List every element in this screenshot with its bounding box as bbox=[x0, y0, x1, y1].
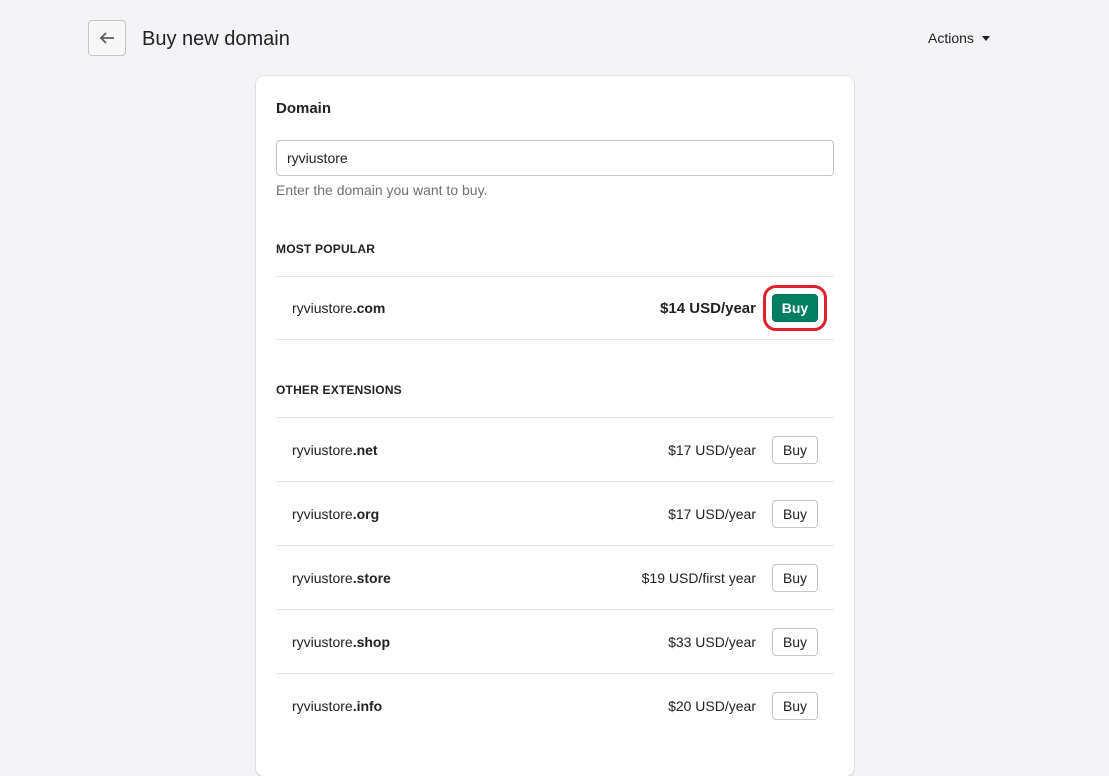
buy-button[interactable]: Buy bbox=[772, 563, 818, 592]
actions-menu[interactable]: Actions bbox=[928, 30, 990, 46]
domain-row: ryviustore.com $14 USD/year Buy bbox=[276, 276, 834, 340]
domain-name: ryviustore.info bbox=[292, 697, 383, 714]
help-text: Enter the domain you want to buy. bbox=[276, 182, 488, 198]
domain-name: ryviustore.shop bbox=[292, 633, 391, 650]
domain-row: ryviustore.org $17 USD/year Buy bbox=[276, 481, 834, 545]
domain-row: ryviustore.net $17 USD/year Buy bbox=[276, 417, 834, 481]
domain-row: ryviustore.info $20 USD/year Buy bbox=[276, 673, 834, 737]
domain-price: $33 USD/year bbox=[668, 633, 756, 650]
other-extensions-label: OTHER EXTENSIONS bbox=[276, 383, 402, 397]
domain-name: ryviustore.store bbox=[292, 569, 391, 586]
most-popular-label: MOST POPULAR bbox=[276, 242, 376, 256]
back-button[interactable] bbox=[88, 20, 126, 56]
domain-price: $19 USD/first year bbox=[641, 569, 756, 586]
domain-name: ryviustore.net bbox=[292, 441, 378, 458]
domain-price: $20 USD/year bbox=[668, 697, 756, 714]
buy-button[interactable]: Buy bbox=[772, 435, 818, 464]
domain-name: ryviustore.com bbox=[292, 300, 386, 316]
domain-row: ryviustore.store $19 USD/first year Buy bbox=[276, 545, 834, 609]
caret-down-icon bbox=[981, 35, 990, 41]
card-heading: Domain bbox=[276, 100, 332, 117]
domain-name: ryviustore.org bbox=[292, 505, 380, 522]
domain-card: Domain Enter the domain you want to buy.… bbox=[256, 76, 854, 776]
arrow-left-icon bbox=[99, 32, 114, 44]
domain-price: $17 USD/year bbox=[668, 505, 756, 522]
buy-button[interactable]: Buy bbox=[772, 627, 818, 656]
actions-label: Actions bbox=[928, 30, 974, 46]
domain-price: $17 USD/year bbox=[668, 441, 756, 458]
buy-button[interactable]: Buy bbox=[772, 499, 818, 528]
domain-price: $14 USD/year bbox=[660, 299, 756, 317]
domain-row: ryviustore.shop $33 USD/year Buy bbox=[276, 609, 834, 673]
domain-input[interactable] bbox=[276, 140, 834, 176]
page-title: Buy new domain bbox=[142, 28, 290, 50]
buy-button[interactable]: Buy bbox=[772, 691, 818, 720]
buy-button[interactable]: Buy bbox=[763, 285, 827, 331]
